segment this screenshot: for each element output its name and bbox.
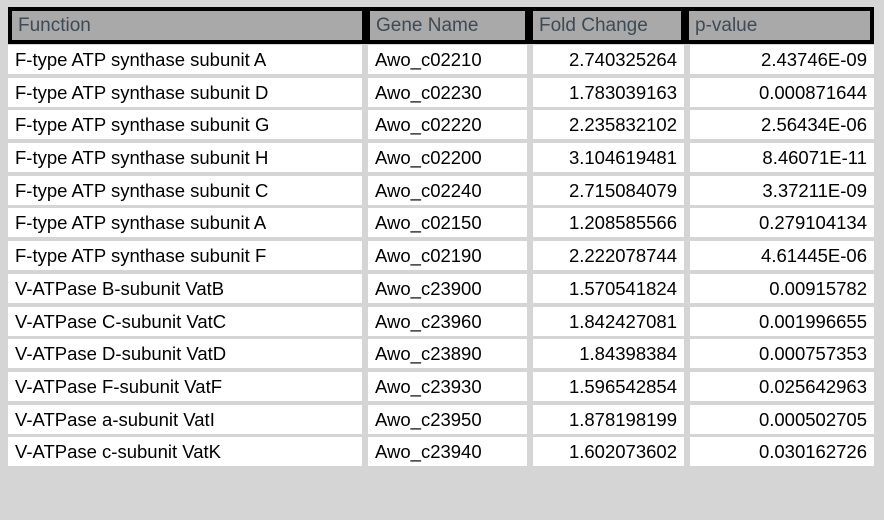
data-table: Function Gene Name Fold Change p-value F… <box>0 0 884 520</box>
cell-p-value: 0.025642963 <box>690 371 874 401</box>
cell-function: F-type ATP synthase subunit C <box>8 175 362 205</box>
column-header-gene-name[interactable]: Gene Name <box>370 11 525 40</box>
cell-gene-name: Awo_c02200 <box>368 143 527 173</box>
table-body: F-type ATP synthase subunit A Awo_c02210… <box>0 44 884 469</box>
cell-function: F-type ATP synthase subunit F <box>8 241 362 271</box>
cell-p-value: 0.030162726 <box>690 437 874 467</box>
table-row[interactable]: F-type ATP synthase subunit A Awo_c02150… <box>0 207 884 240</box>
cell-function: V-ATPase a-subunit VatI <box>8 404 362 434</box>
table-row[interactable]: V-ATPase D-subunit VatD Awo_c23890 1.843… <box>0 338 884 371</box>
table-row[interactable]: V-ATPase C-subunit VatC Awo_c23960 1.842… <box>0 306 884 339</box>
cell-fold-change: 2.222078744 <box>533 241 684 271</box>
cell-gene-name: Awo_c02240 <box>368 175 527 205</box>
table-row[interactable]: F-type ATP synthase subunit A Awo_c02210… <box>0 44 884 77</box>
cell-fold-change: 1.602073602 <box>533 437 684 467</box>
cell-gene-name: Awo_c02230 <box>368 77 527 107</box>
cell-gene-name: Awo_c23930 <box>368 371 527 401</box>
cell-p-value: 4.61445E-06 <box>690 241 874 271</box>
cell-p-value: 2.56434E-06 <box>690 110 874 140</box>
cell-p-value: 0.001996655 <box>690 306 874 336</box>
cell-function: F-type ATP synthase subunit G <box>8 110 362 140</box>
cell-gene-name: Awo_c02220 <box>368 110 527 140</box>
cell-fold-change: 1.783039163 <box>533 77 684 107</box>
table-row[interactable]: V-ATPase c-subunit VatK Awo_c23940 1.602… <box>0 436 884 469</box>
table-row[interactable]: V-ATPase B-subunit VatB Awo_c23900 1.570… <box>0 273 884 306</box>
cell-gene-name: Awo_c02190 <box>368 241 527 271</box>
cell-fold-change: 2.740325264 <box>533 45 684 74</box>
table-row[interactable]: V-ATPase a-subunit VatI Awo_c23950 1.878… <box>0 404 884 437</box>
cell-p-value: 0.00915782 <box>690 273 874 303</box>
cell-fold-change: 1.878198199 <box>533 404 684 434</box>
cell-fold-change: 2.235832102 <box>533 110 684 140</box>
cell-function: F-type ATP synthase subunit D <box>8 77 362 107</box>
cell-fold-change: 1.84398384 <box>533 339 684 369</box>
cell-p-value: 8.46071E-11 <box>690 143 874 173</box>
table-row[interactable]: V-ATPase F-subunit VatF Awo_c23930 1.596… <box>0 371 884 404</box>
cell-p-value: 0.000871644 <box>690 77 874 107</box>
column-header-function[interactable]: Function <box>12 11 362 40</box>
cell-fold-change: 1.842427081 <box>533 306 684 336</box>
cell-fold-change: 1.596542854 <box>533 371 684 401</box>
table-row[interactable]: F-type ATP synthase subunit D Awo_c02230… <box>0 77 884 110</box>
table-row[interactable]: F-type ATP synthase subunit G Awo_c02220… <box>0 109 884 142</box>
table-header-row: Function Gene Name Fold Change p-value <box>8 7 874 44</box>
cell-function: F-type ATP synthase subunit H <box>8 143 362 173</box>
cell-gene-name: Awo_c23940 <box>368 437 527 467</box>
cell-gene-name: Awo_c02150 <box>368 208 527 238</box>
table-row[interactable]: F-type ATP synthase subunit F Awo_c02190… <box>0 240 884 273</box>
cell-gene-name: Awo_c02210 <box>368 45 527 74</box>
column-header-fold-change[interactable]: Fold Change <box>533 11 681 40</box>
cell-function: V-ATPase F-subunit VatF <box>8 371 362 401</box>
cell-gene-name: Awo_c23900 <box>368 273 527 303</box>
cell-gene-name: Awo_c23960 <box>368 306 527 336</box>
cell-function: V-ATPase D-subunit VatD <box>8 339 362 369</box>
cell-fold-change: 3.104619481 <box>533 143 684 173</box>
cell-function: V-ATPase C-subunit VatC <box>8 306 362 336</box>
cell-p-value: 0.279104134 <box>690 208 874 238</box>
cell-p-value: 2.43746E-09 <box>690 45 874 74</box>
cell-fold-change: 2.715084079 <box>533 175 684 205</box>
cell-function: F-type ATP synthase subunit A <box>8 208 362 238</box>
cell-p-value: 0.000757353 <box>690 339 874 369</box>
cell-fold-change: 1.208585566 <box>533 208 684 238</box>
cell-function: V-ATPase B-subunit VatB <box>8 273 362 303</box>
cell-p-value: 3.37211E-09 <box>690 175 874 205</box>
cell-gene-name: Awo_c23950 <box>368 404 527 434</box>
cell-function: F-type ATP synthase subunit A <box>8 45 362 74</box>
cell-p-value: 0.000502705 <box>690 404 874 434</box>
table-row[interactable]: F-type ATP synthase subunit H Awo_c02200… <box>0 142 884 175</box>
cell-gene-name: Awo_c23890 <box>368 339 527 369</box>
cell-fold-change: 1.570541824 <box>533 273 684 303</box>
table-row[interactable]: F-type ATP synthase subunit C Awo_c02240… <box>0 175 884 208</box>
column-header-p-value[interactable]: p-value <box>689 11 870 40</box>
cell-function: V-ATPase c-subunit VatK <box>8 437 362 467</box>
